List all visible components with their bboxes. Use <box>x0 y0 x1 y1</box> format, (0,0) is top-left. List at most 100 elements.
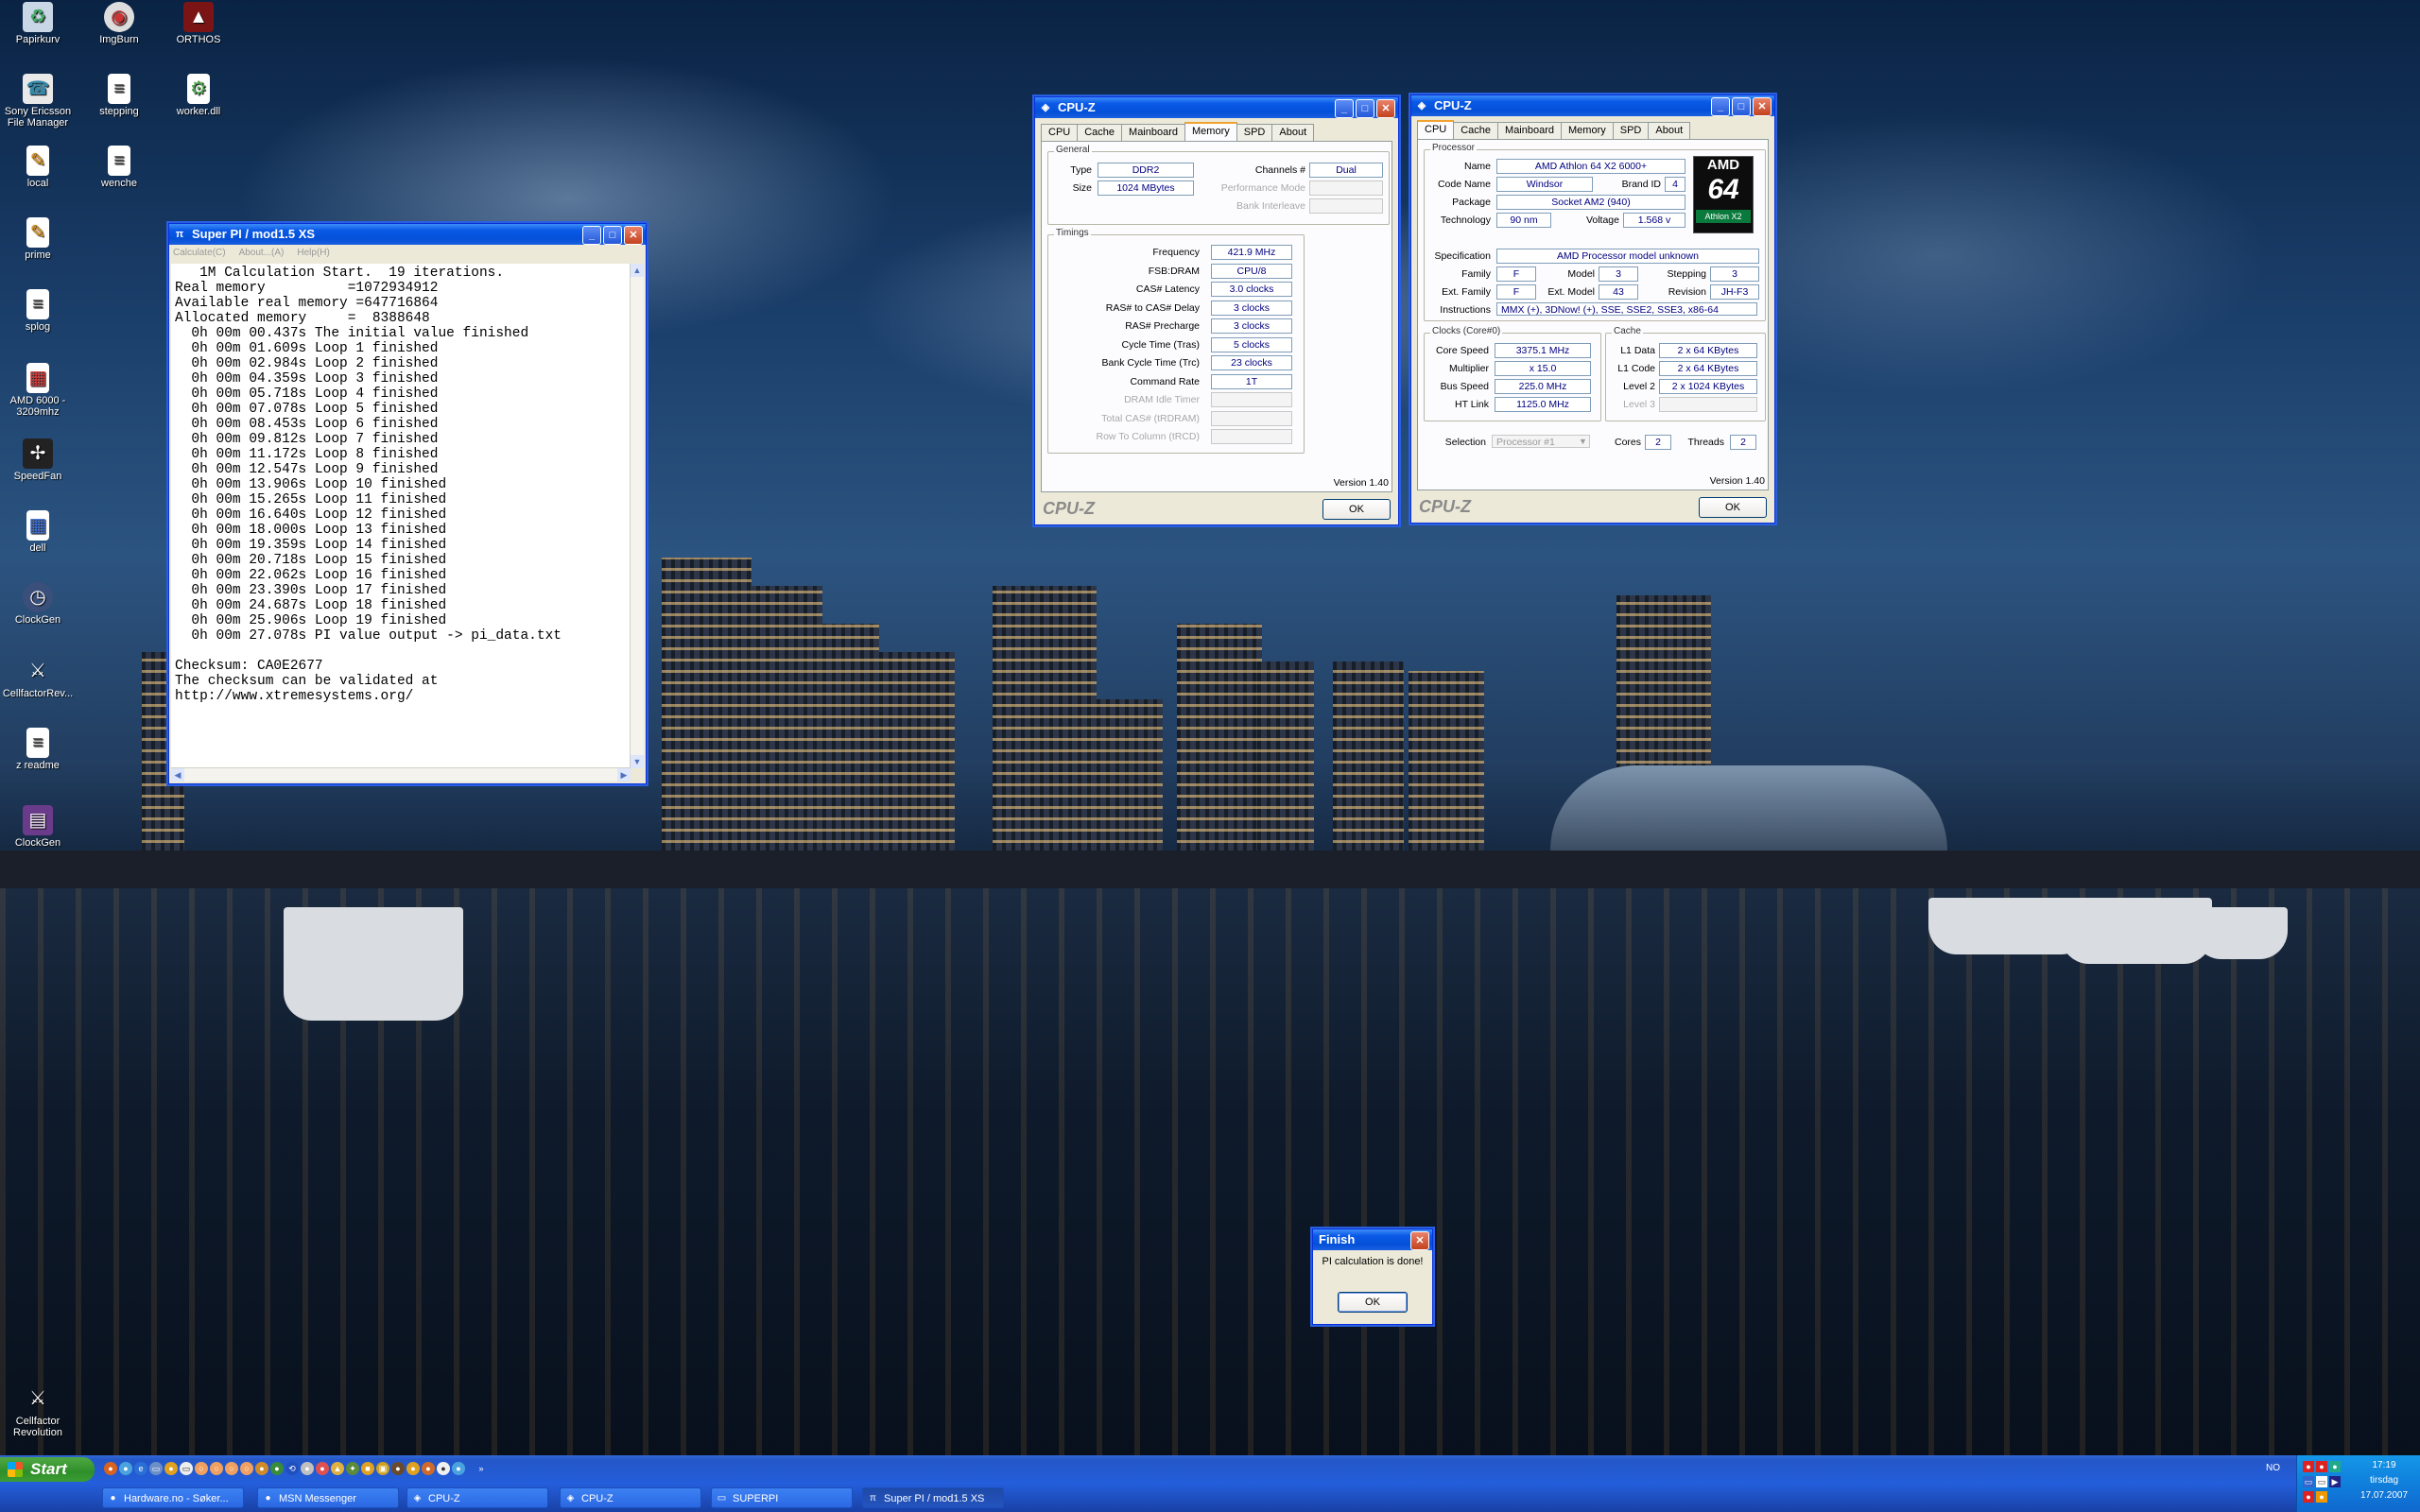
desktop-icon-imgburn[interactable]: ◉ ImgBurn <box>83 2 155 45</box>
tray-app-icon[interactable]: ● <box>2303 1461 2314 1472</box>
app-icon[interactable]: ○ <box>210 1462 223 1475</box>
show-desktop-icon[interactable]: ▭ <box>149 1462 163 1475</box>
language-indicator[interactable]: NO <box>2266 1463 2280 1473</box>
close-button[interactable]: ✕ <box>1376 99 1395 118</box>
desktop-icon-amd-6000[interactable]: ▦ AMD 6000 - 3209mhz <box>2 363 74 418</box>
chevron-down-icon[interactable]: ▼ <box>1579 437 1587 446</box>
scroll-left-arrow-icon[interactable]: ◀ <box>171 768 184 782</box>
tray-app-icon[interactable]: ● <box>2316 1461 2327 1472</box>
cpuz-memory-titlebar[interactable]: ◈ CPU-Z _ □ ✕ <box>1035 97 1398 118</box>
app-icon[interactable]: ● <box>406 1462 420 1475</box>
tab-about[interactable]: About <box>1648 122 1691 139</box>
tab-cpu[interactable]: CPU <box>1041 124 1079 141</box>
desktop-icon-wenche[interactable]: ≡ wenche <box>83 146 155 189</box>
cpuz-memory-window[interactable]: ◈ CPU-Z _ □ ✕ CPU Cache Mainboard Memory… <box>1034 96 1399 525</box>
app-icon[interactable]: ● <box>270 1462 284 1475</box>
tray-app-icon[interactable]: ● <box>2316 1491 2327 1503</box>
app-icon[interactable]: ● <box>437 1462 450 1475</box>
app-icon[interactable]: ○ <box>225 1462 238 1475</box>
desktop-icon-orthos[interactable]: ▲ ORTHOS <box>163 2 234 45</box>
tab-cache[interactable]: Cache <box>1077 124 1123 141</box>
vertical-scrollbar[interactable]: ▲ ▼ <box>630 264 644 768</box>
cpuz-cpu-titlebar[interactable]: ◈ CPU-Z _ □ ✕ <box>1411 95 1774 116</box>
tab-cache[interactable]: Cache <box>1453 122 1499 139</box>
tray-app-icon[interactable]: ▶ <box>2329 1476 2341 1487</box>
close-button[interactable]: ✕ <box>1753 97 1772 116</box>
tray-app-icon[interactable]: ▭ <box>2303 1476 2314 1487</box>
minimize-button[interactable]: _ <box>582 226 601 245</box>
tab-memory[interactable]: Memory <box>1561 122 1614 139</box>
app-icon[interactable]: ● <box>452 1462 465 1475</box>
start-button[interactable]: Start <box>0 1457 95 1482</box>
dialog-ok-button[interactable]: OK <box>1338 1292 1408 1313</box>
tray-app-icon[interactable]: ● <box>2329 1461 2341 1472</box>
app-icon[interactable]: ● <box>301 1462 314 1475</box>
menu-help[interactable]: Help(H) <box>297 245 329 262</box>
taskbar-item-cpuz-1[interactable]: ◈ CPU-Z <box>406 1487 548 1508</box>
desktop-icon-prime[interactable]: ✎ prime <box>2 217 74 261</box>
desktop-icon-splog[interactable]: ≡ splog <box>2 289 74 333</box>
desktop-icon-cellfactor-rev[interactable]: ⚔ CellfactorRev... <box>2 656 74 699</box>
app-icon[interactable]: ● <box>316 1462 329 1475</box>
scroll-up-arrow-icon[interactable]: ▲ <box>631 264 644 277</box>
app-icon[interactable]: ● <box>422 1462 435 1475</box>
maximize-button[interactable]: □ <box>1356 99 1374 118</box>
desktop-icon-dell[interactable]: ▦ dell <box>2 510 74 554</box>
ok-button[interactable]: OK <box>1699 497 1767 518</box>
minimize-button[interactable]: _ <box>1711 97 1730 116</box>
horizontal-scrollbar[interactable]: ◀ ▶ <box>171 767 631 782</box>
tab-mainboard[interactable]: Mainboard <box>1497 122 1563 139</box>
desktop-icon-cellfactor-revolution[interactable]: ⚔ Cellfactor Revolution <box>2 1383 74 1438</box>
finish-dialog[interactable]: Finish ✕ PI calculation is done! OK <box>1312 1228 1433 1325</box>
taskbar-item-superpi-folder[interactable]: ▭ SUPERPI <box>711 1487 853 1508</box>
desktop-icon-local[interactable]: ✎ local <box>2 146 74 189</box>
desktop-icon-sony-ericsson[interactable]: ☎ Sony Ericsson File Manager <box>2 74 74 129</box>
app-icon[interactable]: ✦ <box>346 1462 359 1475</box>
app-icon[interactable]: ○ <box>195 1462 208 1475</box>
finish-dialog-titlebar[interactable]: Finish ✕ <box>1313 1229 1432 1250</box>
desktop-icon-z-readme[interactable]: ≡ z readme <box>2 728 74 771</box>
desktop-icon-clockgen[interactable]: ◷ ClockGen <box>2 582 74 626</box>
menu-about[interactable]: About...(A) <box>239 245 285 262</box>
clock[interactable]: 17:19 tirsdag 17.07.2007 <box>2356 1458 2412 1503</box>
tab-cpu[interactable]: CPU <box>1417 120 1455 140</box>
desktop-icon-clockgen-2[interactable]: ▤ ClockGen <box>2 805 74 849</box>
taskbar-item-hardware[interactable]: ● Hardware.no - Søker... <box>102 1487 244 1508</box>
app-icon[interactable]: ● <box>391 1462 405 1475</box>
tab-mainboard[interactable]: Mainboard <box>1121 124 1186 141</box>
messenger-icon[interactable]: ● <box>119 1462 132 1475</box>
close-button[interactable]: ✕ <box>624 226 643 245</box>
tab-memory[interactable]: Memory <box>1184 122 1237 142</box>
desktop-icon-speedfan[interactable]: ✢ SpeedFan <box>2 438 74 482</box>
tab-spd[interactable]: SPD <box>1236 124 1273 141</box>
tray-app-icon[interactable]: ● <box>2303 1491 2314 1503</box>
menu-calculate[interactable]: Calculate(C) <box>173 245 226 262</box>
taskbar-item-superpi[interactable]: π Super PI / mod1.5 XS <box>862 1487 1004 1508</box>
superpi-titlebar[interactable]: π Super PI / mod1.5 XS _ □ ✕ <box>169 224 646 245</box>
media-icon[interactable]: ● <box>164 1462 178 1475</box>
taskbar-item-msn[interactable]: ● MSN Messenger <box>257 1487 399 1508</box>
app-icon[interactable]: ■ <box>361 1462 374 1475</box>
desktop-icon-worker-dll[interactable]: ⚙ worker.dll <box>163 74 234 117</box>
minimize-button[interactable]: _ <box>1335 99 1354 118</box>
scroll-down-arrow-icon[interactable]: ▼ <box>631 755 644 768</box>
maximize-button[interactable]: □ <box>1732 97 1751 116</box>
app-icon[interactable]: ○ <box>240 1462 253 1475</box>
tab-spd[interactable]: SPD <box>1612 122 1650 139</box>
ok-button[interactable]: OK <box>1322 499 1391 520</box>
taskbar-item-cpuz-2[interactable]: ◈ CPU-Z <box>560 1487 701 1508</box>
maximize-button[interactable]: □ <box>603 226 622 245</box>
app-icon[interactable]: ▣ <box>376 1462 389 1475</box>
app-icon[interactable]: ● <box>255 1462 268 1475</box>
tab-about[interactable]: About <box>1271 124 1315 141</box>
chevron-right-icon[interactable]: » <box>475 1462 488 1475</box>
scroll-right-arrow-icon[interactable]: ▶ <box>617 768 631 782</box>
processor-select[interactable]: Processor #1 <box>1492 435 1590 448</box>
tray-app-icon[interactable]: ▭ <box>2316 1476 2327 1487</box>
firefox-icon[interactable]: ● <box>104 1462 117 1475</box>
app-icon[interactable]: ⟲ <box>285 1462 299 1475</box>
window-icon[interactable]: ▭ <box>180 1462 193 1475</box>
app-icon[interactable]: ▲ <box>331 1462 344 1475</box>
desktop-icon-stepping[interactable]: ≡ stepping <box>83 74 155 117</box>
close-button[interactable]: ✕ <box>1410 1231 1429 1250</box>
